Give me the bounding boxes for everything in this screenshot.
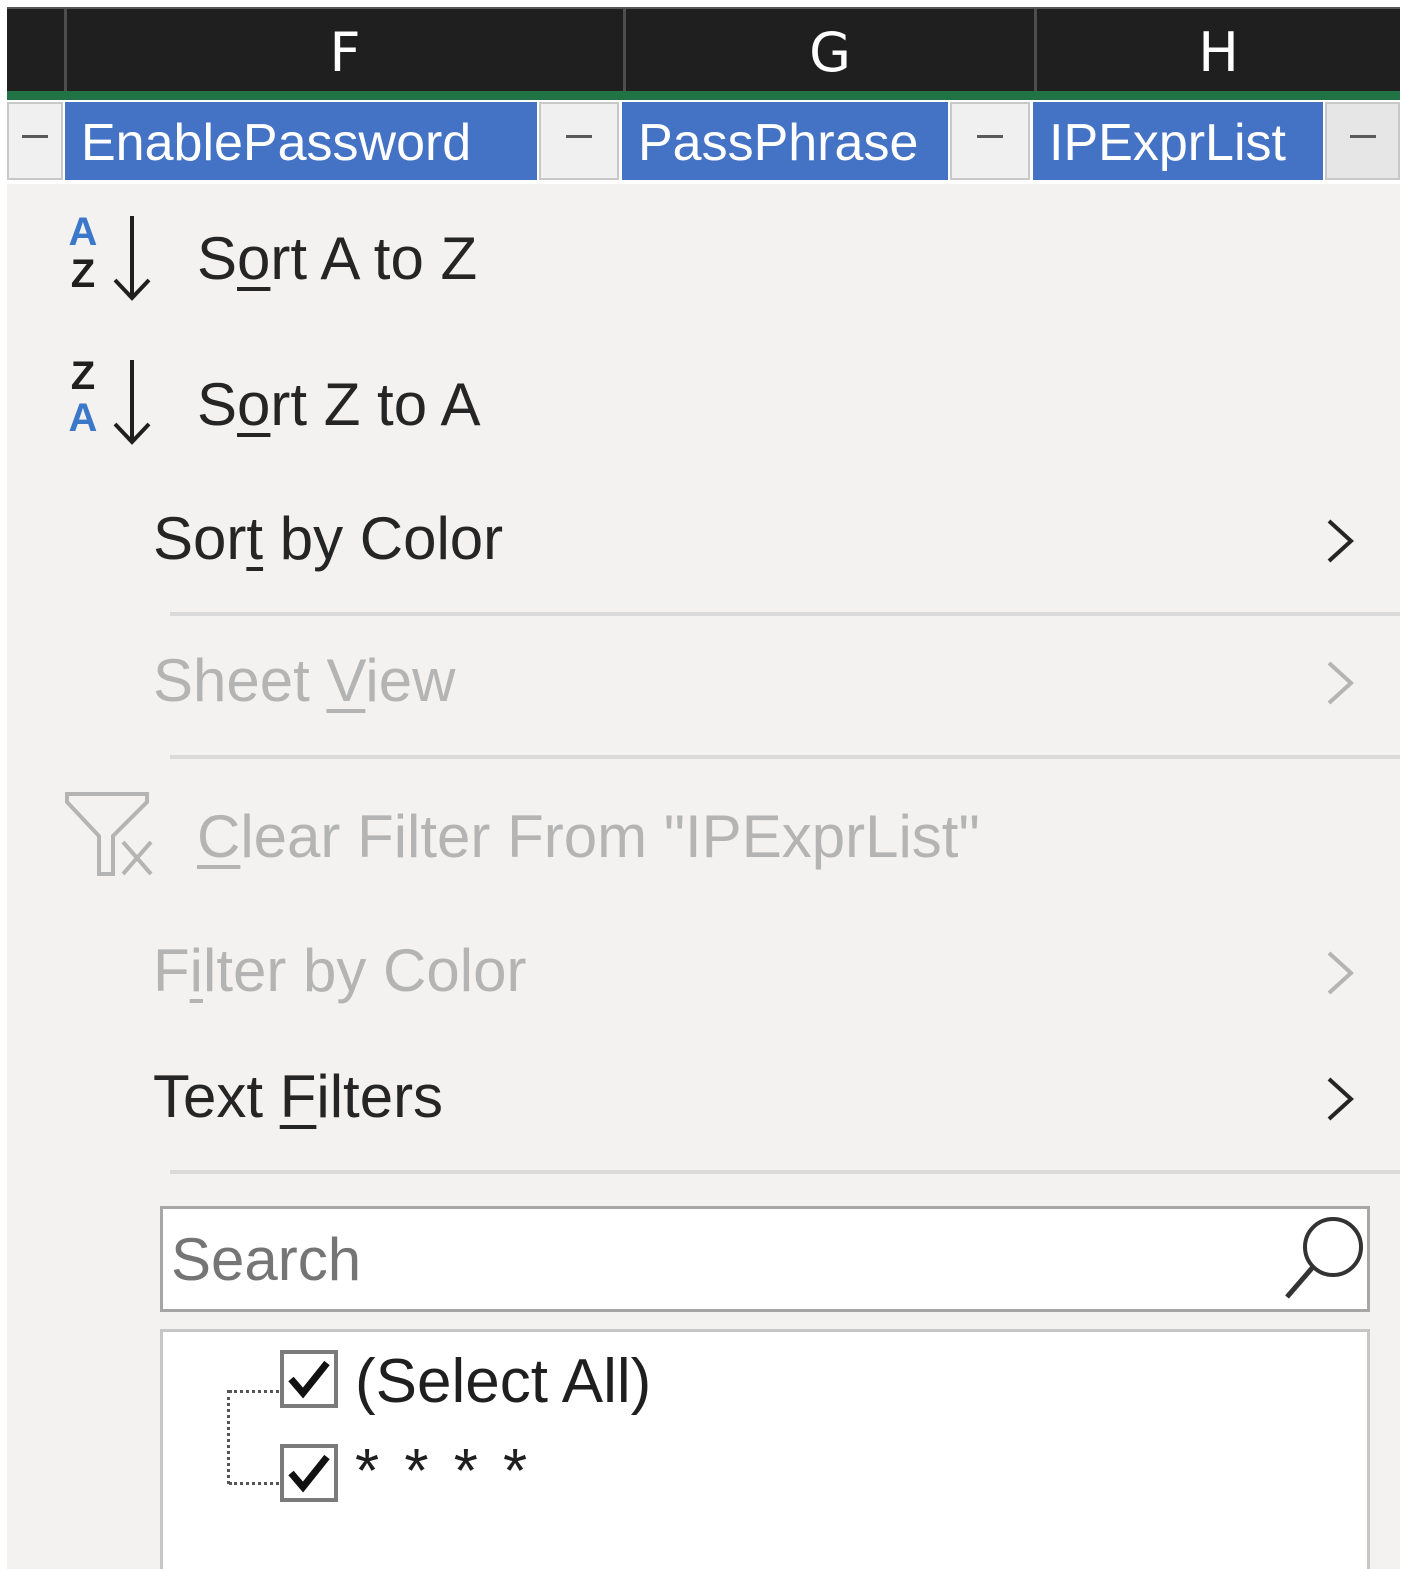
sort-descending-icon: Z A — [63, 356, 155, 446]
dropdown-arrow-icon — [566, 135, 592, 138]
chevron-right-icon — [1327, 519, 1354, 563]
menu-separator — [170, 612, 1400, 616]
checkmark-icon — [288, 1360, 330, 1399]
list-item-label: (Select All) — [355, 1347, 652, 1416]
tree-connector — [229, 1390, 279, 1393]
tree-connector — [229, 1482, 279, 1485]
menu-item-sort-z-to-a[interactable]: Z A Sort Z to A — [7, 350, 1400, 460]
sort-icon-top-letter: Z — [70, 354, 96, 398]
menu-separator — [170, 755, 1400, 759]
dropdown-arrow-icon — [22, 135, 48, 138]
sort-icon-bottom-letter: A — [68, 396, 98, 440]
menu-item-label: Filter by Color — [153, 937, 527, 1004]
menu-item-sheet-view[interactable]: Sheet View — [7, 646, 1400, 726]
clear-filter-icon — [65, 792, 153, 876]
table-header-row: EnablePassword PassPhrase IPExprList — [7, 100, 1400, 184]
search-input[interactable] — [163, 1209, 1263, 1309]
filter-dropdown-button-e[interactable] — [7, 102, 63, 180]
search-field[interactable] — [160, 1206, 1370, 1312]
menu-item-label: Sort by Color — [153, 505, 504, 572]
sort-icon-top-letter: A — [68, 210, 98, 254]
menu-item-label: Sort A to Z — [197, 225, 478, 292]
menu-item-label: Sheet View — [153, 647, 456, 714]
search-icon[interactable] — [1281, 1213, 1371, 1303]
menu-item-sort-a-to-z[interactable]: A Z Sort A to Z — [7, 204, 1400, 314]
selected-column-indicator — [7, 91, 1400, 100]
menu-item-label: Clear Filter From "IPExprList" — [197, 803, 980, 870]
filter-dropdown-button-h[interactable] — [1325, 102, 1400, 180]
sort-ascending-icon: A Z — [63, 212, 155, 302]
chevron-right-icon — [1327, 951, 1354, 995]
menu-item-label: Text Filters — [153, 1063, 444, 1130]
menu-item-sort-by-color[interactable]: Sort by Color — [7, 504, 1400, 584]
dropdown-arrow-icon — [977, 135, 1003, 138]
header-cell-ipexprlist[interactable]: IPExprList — [1033, 102, 1323, 180]
chevron-right-icon — [1327, 1077, 1354, 1121]
menu-item-text-filters[interactable]: Text Filters — [7, 1062, 1400, 1142]
sort-icon-bottom-letter: Z — [70, 252, 96, 296]
list-item-label: * * * * — [355, 1437, 532, 1506]
autofilter-menu: A Z Sort A to Z Z A Sort Z to A Sort by … — [7, 184, 1400, 1569]
column-letter-g[interactable]: G — [626, 9, 1034, 93]
chevron-right-icon — [1327, 661, 1354, 705]
dropdown-arrow-icon — [1349, 135, 1376, 138]
checkbox-value[interactable] — [280, 1444, 338, 1502]
header-cell-passphrase[interactable]: PassPhrase — [622, 102, 948, 180]
filter-values-list[interactable]: (Select All) * * * * — [160, 1329, 1370, 1569]
excel-filter-screenshot: F G H EnablePassword PassPhrase IPExprLi… — [0, 0, 1406, 1569]
menu-separator — [170, 1170, 1400, 1174]
tree-connector — [227, 1390, 230, 1484]
header-cell-enablepassword[interactable]: EnablePassword — [65, 102, 537, 180]
checkbox-select-all[interactable] — [280, 1350, 338, 1408]
menu-item-filter-by-color[interactable]: Filter by Color — [7, 936, 1400, 1016]
filter-dropdown-button-g[interactable] — [950, 102, 1030, 180]
menu-item-label: Sort Z to A — [197, 371, 481, 438]
column-letter-f[interactable]: F — [67, 9, 623, 93]
checkmark-icon — [288, 1454, 330, 1493]
menu-item-clear-filter[interactable]: Clear Filter From "IPExprList" — [7, 788, 1400, 878]
column-header-bar: F G H — [7, 7, 1400, 93]
column-letter-h[interactable]: H — [1037, 9, 1400, 93]
filter-dropdown-button-f[interactable] — [539, 102, 619, 180]
